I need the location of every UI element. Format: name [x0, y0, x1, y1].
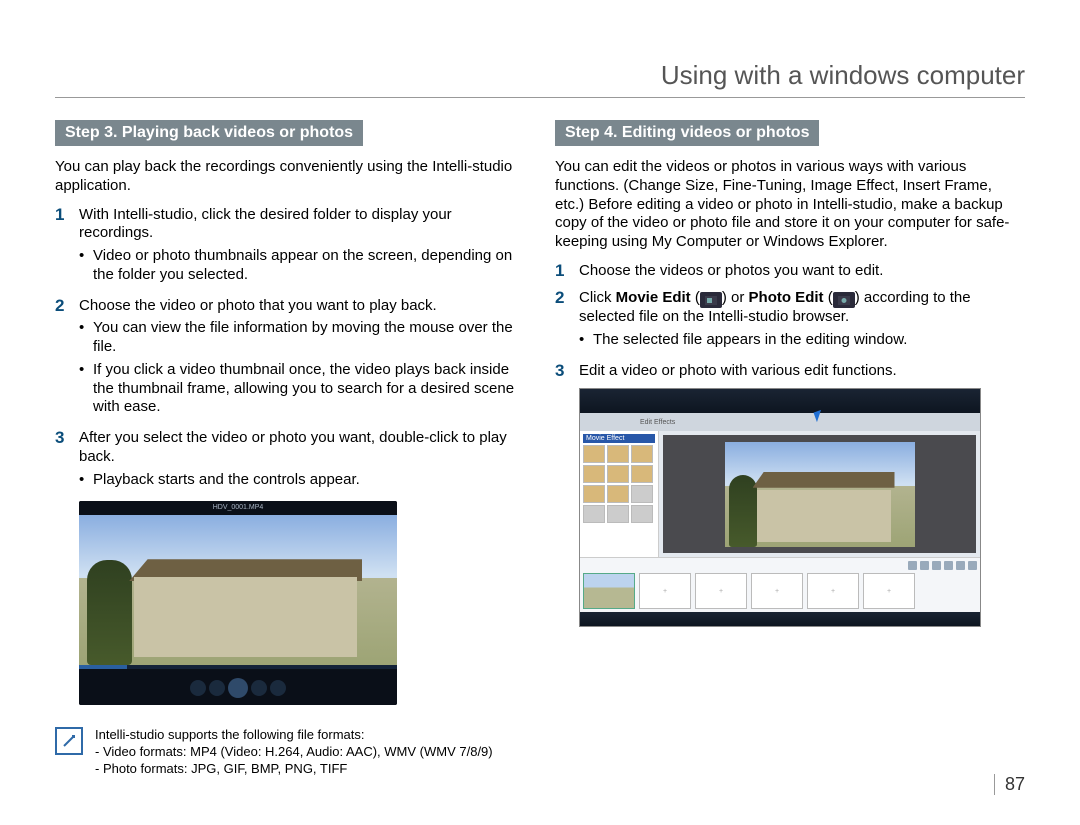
movie-edit-icon	[700, 292, 722, 308]
step-text: With Intelli-studio, click the desired f…	[79, 206, 452, 242]
note-line: Intelli-studio supports the following fi…	[95, 727, 493, 744]
step-number: 2	[555, 289, 569, 354]
forward-icon	[251, 680, 267, 696]
editor-tabs: Edit Effects	[580, 413, 980, 431]
step-text: Choose the videos or photos you want to …	[579, 262, 883, 279]
step3-intro: You can play back the recordings conveni…	[55, 158, 525, 196]
scene-tree	[729, 475, 757, 547]
left-column: Step 3. Playing back videos or photos Yo…	[55, 120, 525, 778]
step-text: After you select the video or photo you …	[79, 429, 507, 465]
tl-control-icon	[956, 561, 965, 570]
step-text: Click Movie Edit () or Photo Edit () acc…	[579, 289, 971, 326]
timeline-empty: +	[695, 573, 747, 609]
video-player-screenshot: HDV_0001.MP4	[79, 501, 397, 705]
note-icon	[55, 727, 83, 755]
step-number: 1	[555, 262, 569, 281]
editor-tab-label: Edit Effects	[640, 419, 675, 426]
page-title: Using with a windows computer	[55, 60, 1025, 91]
editor-titlebar	[580, 389, 980, 413]
editor-timeline: + + + + +	[580, 557, 980, 612]
step-number: 1	[55, 206, 69, 289]
timeline-thumb	[583, 573, 635, 609]
bullet: Video or photo thumbnails appear on the …	[93, 247, 525, 285]
effects-panel-title: Movie Effect	[583, 434, 655, 443]
timeline-empty: +	[807, 573, 859, 609]
step-number: 2	[55, 297, 69, 422]
player-title: HDV_0001.MP4	[79, 501, 397, 515]
step-text: Choose the video or photo that you want …	[79, 297, 437, 314]
rewind-icon	[209, 680, 225, 696]
effects-panel: Movie Effect	[580, 431, 659, 557]
editor-footer	[580, 612, 980, 626]
bullet: You can view the file information by mov…	[93, 319, 525, 357]
bullet: If you click a video thumbnail once, the…	[93, 361, 525, 417]
player-frame	[79, 515, 397, 665]
next-icon	[270, 680, 286, 696]
step4-list: 1 Choose the videos or photos you want t…	[555, 262, 1025, 381]
scene-roof	[753, 472, 895, 488]
editor-screenshot: Edit Effects Movie Effect	[579, 388, 981, 627]
tl-control-icon	[932, 561, 941, 570]
editor-preview	[659, 431, 980, 557]
step4-intro: You can edit the videos or photos in var…	[555, 158, 1025, 252]
format-note: Intelli-studio supports the following fi…	[55, 727, 525, 778]
scene-house	[134, 577, 357, 657]
note-line: - Photo formats: JPG, GIF, BMP, PNG, TIF…	[95, 761, 493, 778]
note-line: - Video formats: MP4 (Video: H.264, Audi…	[95, 744, 493, 761]
page-number: 87	[994, 774, 1025, 795]
progress-bar	[79, 665, 397, 669]
two-column-layout: Step 3. Playing back videos or photos Yo…	[55, 120, 1025, 778]
tl-control-icon	[908, 561, 917, 570]
timeline-empty: +	[751, 573, 803, 609]
manual-page: Using with a windows computer Step 3. Pl…	[0, 0, 1080, 825]
pause-icon	[228, 678, 248, 698]
step3-heading: Step 3. Playing back videos or photos	[55, 120, 363, 146]
bullet: The selected file appears in the editing…	[593, 331, 1025, 350]
prev-icon	[190, 680, 206, 696]
tl-control-icon	[944, 561, 953, 570]
step3-list: 1 With Intelli-studio, click the desired…	[55, 206, 525, 494]
bullet: Playback starts and the controls appear.	[93, 471, 525, 490]
photo-edit-icon	[833, 292, 855, 308]
header-rule	[55, 97, 1025, 98]
step-number: 3	[555, 362, 569, 381]
player-controls	[79, 665, 397, 705]
step-text: Edit a video or photo with various edit …	[579, 362, 897, 379]
tl-control-icon	[920, 561, 929, 570]
tl-control-icon	[968, 561, 977, 570]
right-column: Step 4. Editing videos or photos You can…	[555, 120, 1025, 778]
step4-heading: Step 4. Editing videos or photos	[555, 120, 819, 146]
step-number: 3	[55, 429, 69, 493]
timeline-empty: +	[639, 573, 691, 609]
scene-house	[757, 490, 891, 542]
scene-tree	[87, 560, 132, 665]
timeline-empty: +	[863, 573, 915, 609]
